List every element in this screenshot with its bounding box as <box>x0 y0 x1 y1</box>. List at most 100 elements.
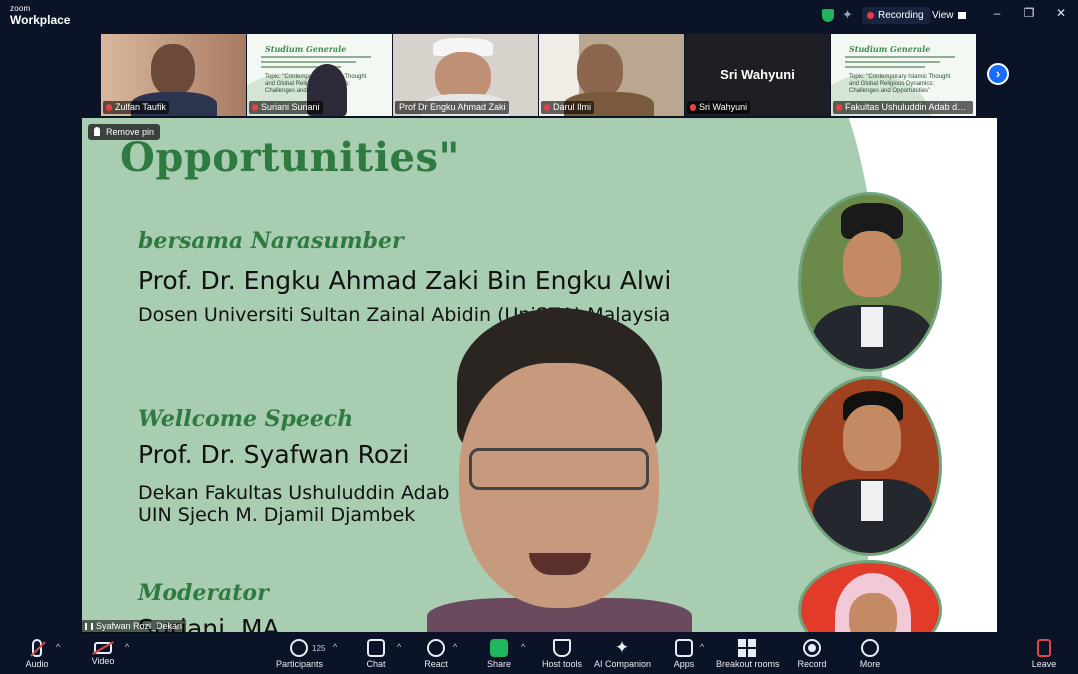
recording-dot-icon <box>867 12 874 19</box>
section-heading-moderator: Moderator <box>138 580 269 606</box>
title-bar: zoom Workplace ✦ Recording View – ❐ ✕ <box>0 0 1078 32</box>
breakout-label: Breakout rooms <box>716 659 780 669</box>
presenter-video <box>427 308 692 632</box>
participant-tile[interactable]: Darul Ilmi <box>539 34 684 116</box>
zoom-logo: zoom Workplace <box>10 4 71 27</box>
record-button[interactable]: Record <box>797 633 827 674</box>
chat-bubble-icon <box>367 639 385 657</box>
pin-icon <box>94 127 100 136</box>
view-label: View <box>932 10 954 21</box>
meeting-toolbar: Audio ^ Video ^ Participants ^ Chat ^ Re… <box>0 633 1078 674</box>
apps-label: Apps <box>673 659 695 669</box>
participants-button[interactable]: Participants <box>276 633 323 674</box>
host-tools-button[interactable]: Host tools <box>540 633 584 674</box>
next-page-chevron-icon[interactable]: › <box>987 63 1009 85</box>
chat-options-chevron-icon[interactable]: ^ <box>397 642 401 652</box>
video-label: Video <box>91 656 115 666</box>
speaker-name: Prof. Dr. Engku Ahmad Zaki Bin Engku Alw… <box>138 266 672 295</box>
participant-name: Sri Wahyuni <box>687 101 751 114</box>
glasses-shape <box>469 448 649 490</box>
participant-tile[interactable]: Prof Dr Engku Ahmad Zaki <box>393 34 538 116</box>
participant-display-name: Sri Wahyuni <box>720 67 795 82</box>
section-heading-narasumber: bersama Narasumber <box>138 228 404 254</box>
chat-button[interactable]: Chat <box>360 633 392 674</box>
welcome-speaker-name: Prof. Dr. Syafwan Rozi <box>138 440 410 469</box>
muted-mic-icon <box>836 104 842 111</box>
more-dots-icon <box>861 639 879 657</box>
apps-options-chevron-icon[interactable]: ^ <box>700 642 704 652</box>
muted-mic-icon <box>32 639 42 657</box>
signal-bars-icon <box>85 623 93 630</box>
ai-sparkle-icon[interactable]: ✦ <box>842 7 853 23</box>
react-options-chevron-icon[interactable]: ^ <box>453 642 457 652</box>
participant-name: Prof Dr Engku Ahmad Zaki <box>395 101 509 114</box>
participant-tile[interactable]: Sri Wahyuni Sri Wahyuni <box>685 34 830 116</box>
muted-mic-icon <box>544 104 550 111</box>
ai-sparkle-icon: ✦ <box>614 638 630 657</box>
participant-name: Darul Ilmi <box>541 101 595 114</box>
ai-companion-button[interactable]: ✦ AI Companion <box>594 633 652 674</box>
section-heading-welcome: Wellcome Speech <box>138 406 354 432</box>
main-video-stage: Opportunities" bersama Narasumber Prof. … <box>82 118 997 632</box>
video-off-icon <box>94 642 112 654</box>
share-label: Share <box>486 659 512 669</box>
minimize-button[interactable]: – <box>987 6 1007 20</box>
mini-slide-title: Studium Generale <box>849 44 931 54</box>
security-shield-icon[interactable] <box>822 9 834 22</box>
host-tools-label: Host tools <box>541 659 583 669</box>
leave-button[interactable]: Leave <box>1030 633 1058 674</box>
react-button[interactable]: React <box>420 633 452 674</box>
heart-icon <box>427 639 445 657</box>
participant-tile[interactable]: Studium Generale Topic: "Contemporary Is… <box>831 34 976 116</box>
audio-button[interactable]: Audio <box>22 633 52 674</box>
remove-pin-button[interactable]: Remove pin <box>88 124 161 140</box>
more-button[interactable]: More <box>856 633 884 674</box>
muted-mic-icon <box>690 104 696 111</box>
react-label: React <box>424 659 448 669</box>
breakout-rooms-button[interactable]: Breakout rooms <box>716 633 780 674</box>
apps-button[interactable]: Apps <box>670 633 698 674</box>
recording-indicator[interactable]: Recording <box>862 7 930 24</box>
welcome-affiliation-line-2: UIN Sjech M. Djamil Djambek <box>138 504 416 526</box>
share-button[interactable]: Share <box>484 633 514 674</box>
logo-bottom-text: Workplace <box>10 13 71 27</box>
active-speaker-label: Syafwan Rozi_Dekan <box>82 620 187 633</box>
participant-tile[interactable]: Zulfan Taufik <box>101 34 246 116</box>
ai-companion-label: AI Companion <box>594 659 652 669</box>
chat-label: Chat <box>366 659 386 669</box>
zoom-meeting-window: zoom Workplace ✦ Recording View – ❐ ✕ Zu… <box>0 0 1078 674</box>
speaker-portrait <box>798 192 942 372</box>
participant-name: Suriani Suriani <box>249 101 323 114</box>
restore-button[interactable]: ❐ <box>1019 6 1039 20</box>
participant-tile[interactable]: Studium Generale Topic: "Contemporary Is… <box>247 34 392 116</box>
remove-pin-label: Remove pin <box>106 127 155 137</box>
audio-options-chevron-icon[interactable]: ^ <box>56 642 60 652</box>
participant-count-badge: 125 <box>312 644 326 653</box>
video-options-chevron-icon[interactable]: ^ <box>125 642 129 652</box>
people-icon <box>290 639 308 657</box>
share-arrow-icon <box>490 639 508 657</box>
shield-icon <box>553 639 571 657</box>
recording-label: Recording <box>878 10 924 21</box>
participant-name: Fakultas Ushuluddin Adab dan ... <box>833 101 973 114</box>
share-options-chevron-icon[interactable]: ^ <box>521 642 525 652</box>
apps-icon <box>675 639 693 657</box>
mini-slide-title: Studium Generale <box>265 44 347 54</box>
active-speaker-name: Syafwan Rozi_Dekan <box>96 621 183 631</box>
logo-top-text: zoom <box>10 4 31 13</box>
participant-name: Zulfan Taufik <box>103 101 169 114</box>
participant-strip: Zulfan Taufik Studium Generale Topic: "C… <box>0 32 1078 118</box>
record-icon <box>803 639 821 657</box>
video-button[interactable]: Video <box>88 633 118 674</box>
more-label: More <box>859 659 881 669</box>
welcome-affiliation-line-1: Dekan Fakultas Ushuluddin Adab <box>138 482 450 504</box>
record-label: Record <box>797 659 827 669</box>
mini-slide-topic: Topic: "Contemporary Islamic Thought and… <box>849 74 951 94</box>
leave-door-icon <box>1037 639 1051 657</box>
leave-label: Leave <box>1031 659 1057 669</box>
view-button[interactable]: View <box>926 7 972 24</box>
audio-label: Audio <box>25 659 49 669</box>
close-button[interactable]: ✕ <box>1051 6 1071 20</box>
grid-icon <box>738 639 756 657</box>
participants-options-chevron-icon[interactable]: ^ <box>333 642 337 652</box>
